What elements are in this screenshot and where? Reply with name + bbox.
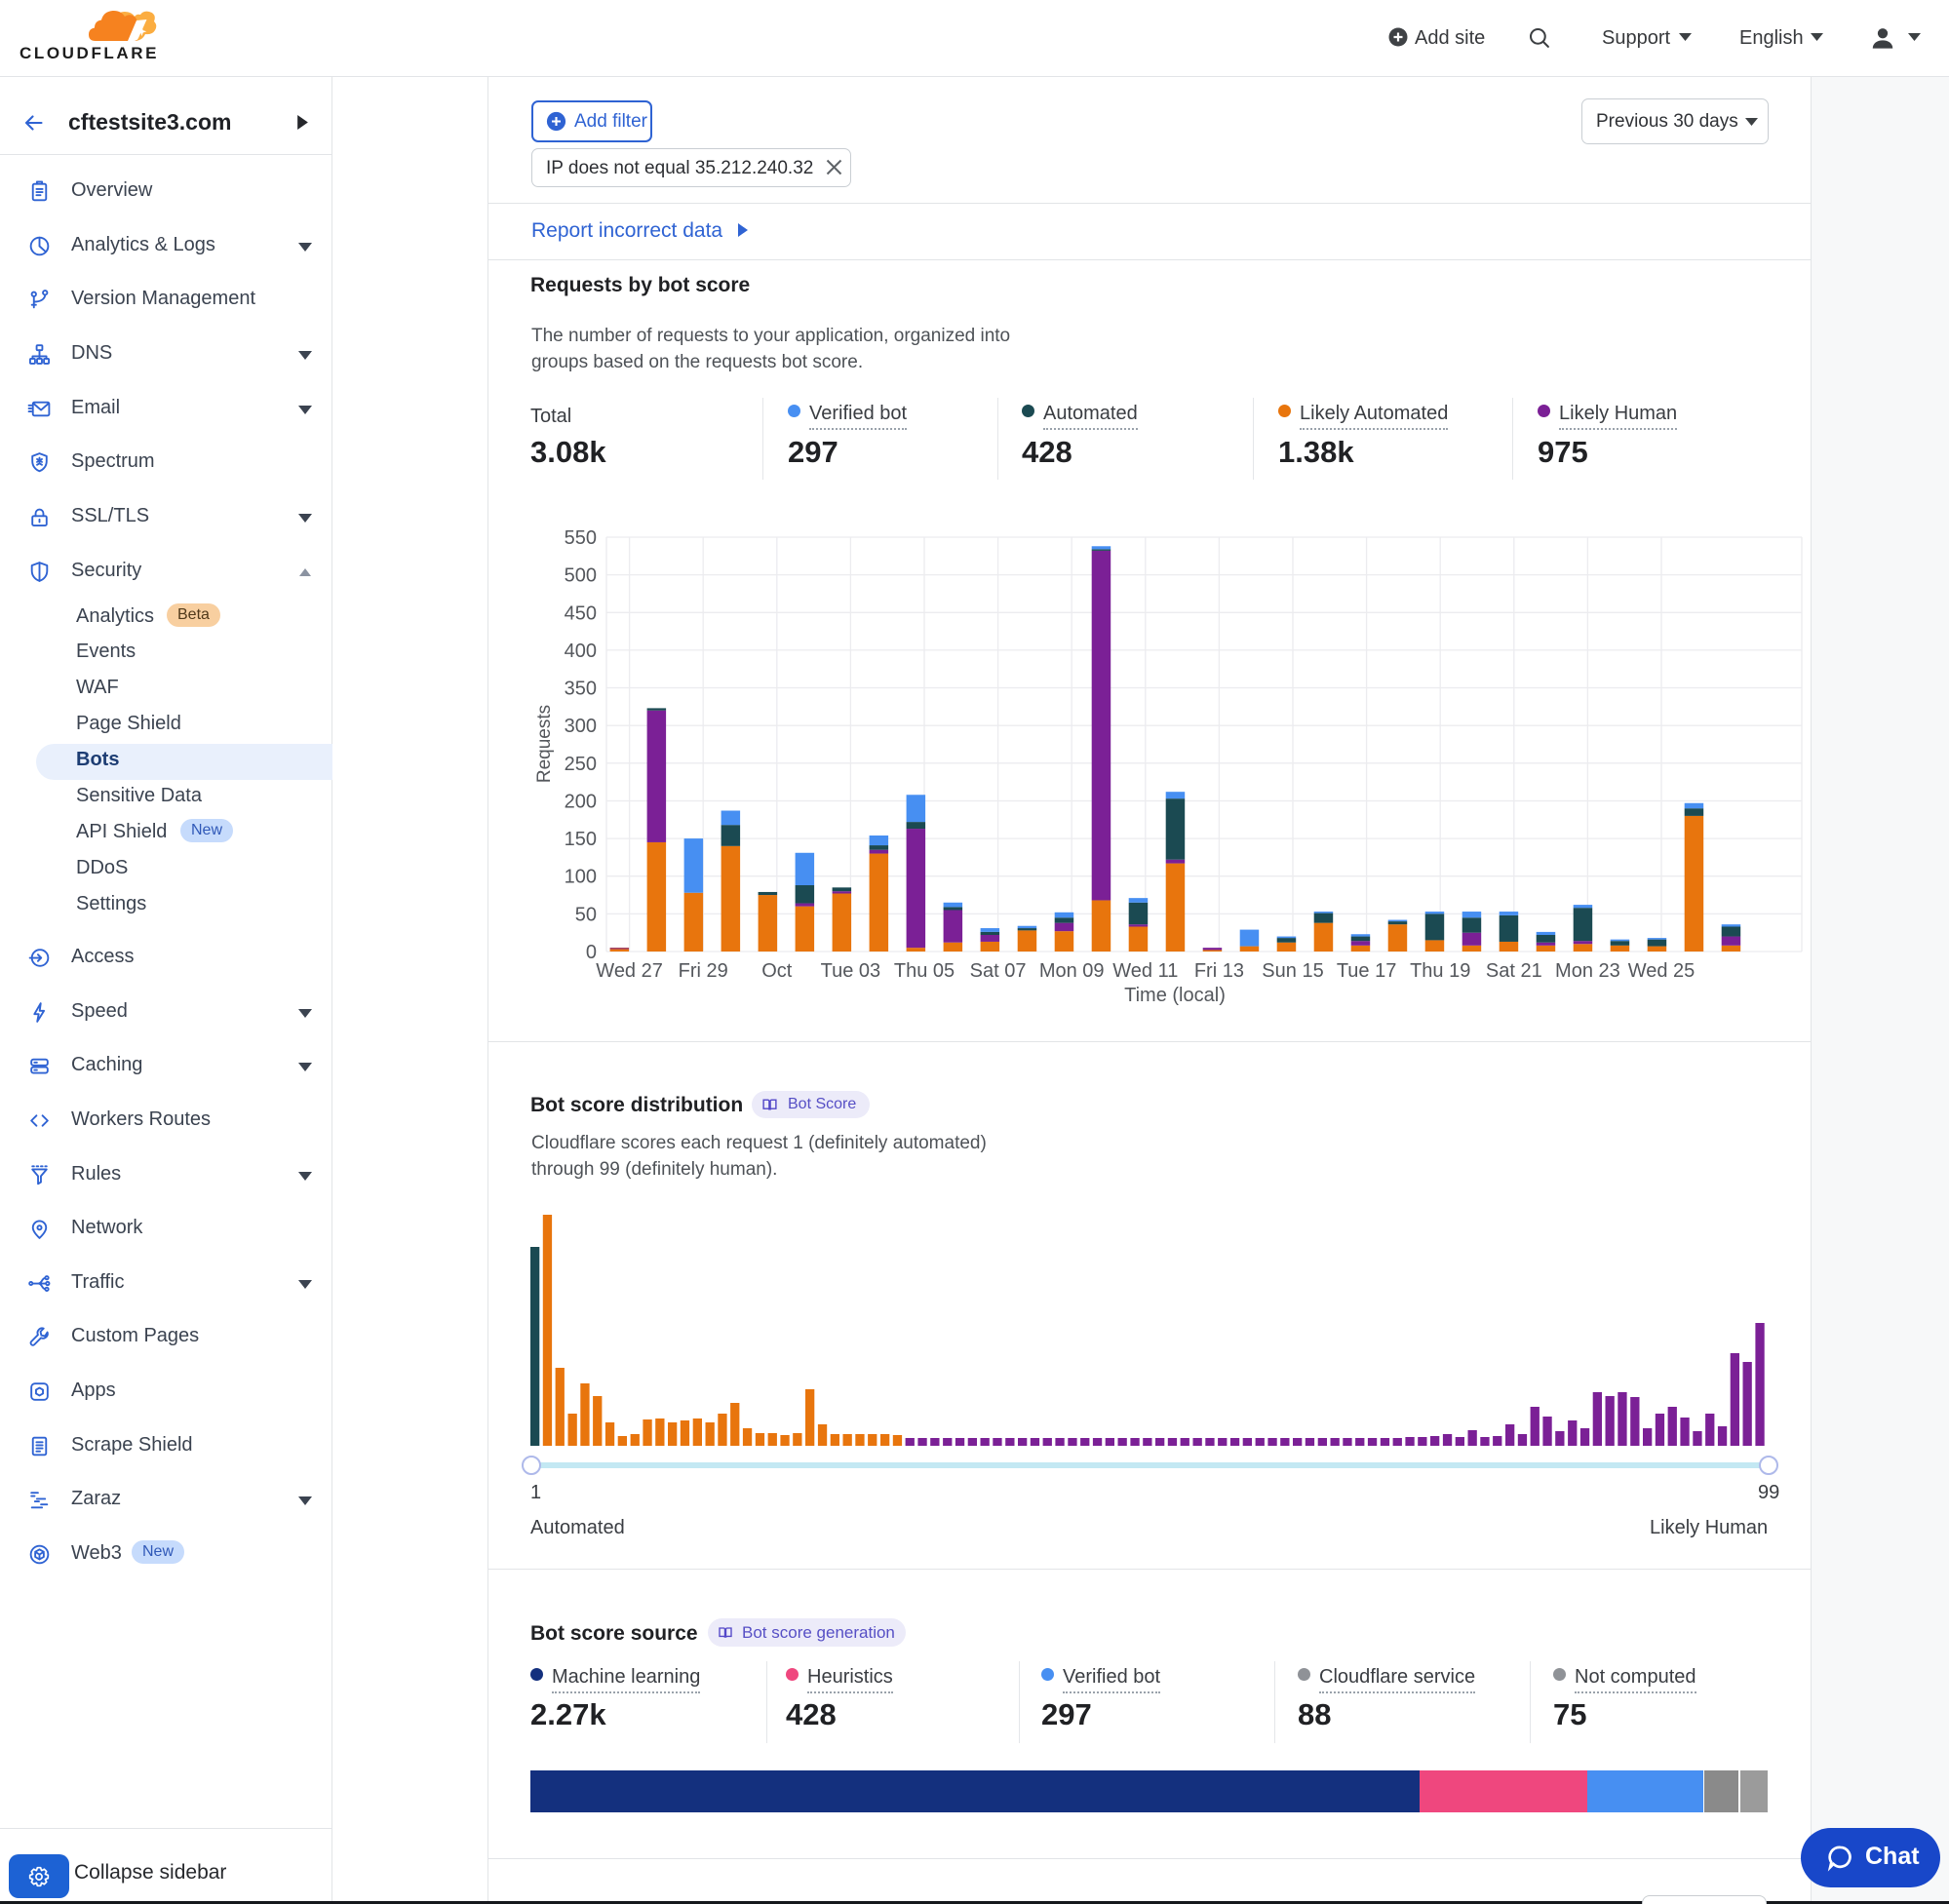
- svg-text:Oct: Oct: [761, 960, 793, 982]
- svg-text:Mon 09: Mon 09: [1039, 960, 1105, 982]
- svg-text:Sat 07: Sat 07: [970, 960, 1027, 982]
- svg-text:Tue 17: Tue 17: [1337, 960, 1397, 982]
- svg-text:Mon 23: Mon 23: [1555, 960, 1620, 982]
- svg-text:100: 100: [565, 867, 597, 888]
- svg-text:Fri 13: Fri 13: [1194, 960, 1244, 982]
- svg-text:Tue 03: Tue 03: [821, 960, 881, 982]
- svg-text:550: 550: [565, 527, 597, 549]
- svg-text:Wed 25: Wed 25: [1628, 960, 1696, 982]
- svg-text:Thu 19: Thu 19: [1410, 960, 1470, 982]
- svg-text:Time (local): Time (local): [1124, 985, 1226, 1006]
- svg-text:400: 400: [565, 641, 597, 662]
- svg-text:Wed 11: Wed 11: [1112, 960, 1178, 982]
- svg-text:Wed 27: Wed 27: [596, 960, 663, 982]
- svg-text:450: 450: [565, 602, 597, 624]
- svg-text:Sat 21: Sat 21: [1486, 960, 1542, 982]
- svg-text:300: 300: [565, 716, 597, 737]
- svg-text:250: 250: [565, 754, 597, 775]
- svg-text:Fri 29: Fri 29: [679, 960, 728, 982]
- svg-text:500: 500: [565, 565, 597, 587]
- svg-text:350: 350: [565, 679, 597, 700]
- svg-text:Requests: Requests: [534, 705, 555, 783]
- svg-text:Thu 05: Thu 05: [894, 960, 955, 982]
- svg-text:150: 150: [565, 829, 597, 850]
- svg-text:200: 200: [565, 792, 597, 813]
- svg-text:50: 50: [575, 904, 597, 925]
- svg-text:Sun 15: Sun 15: [1262, 960, 1323, 982]
